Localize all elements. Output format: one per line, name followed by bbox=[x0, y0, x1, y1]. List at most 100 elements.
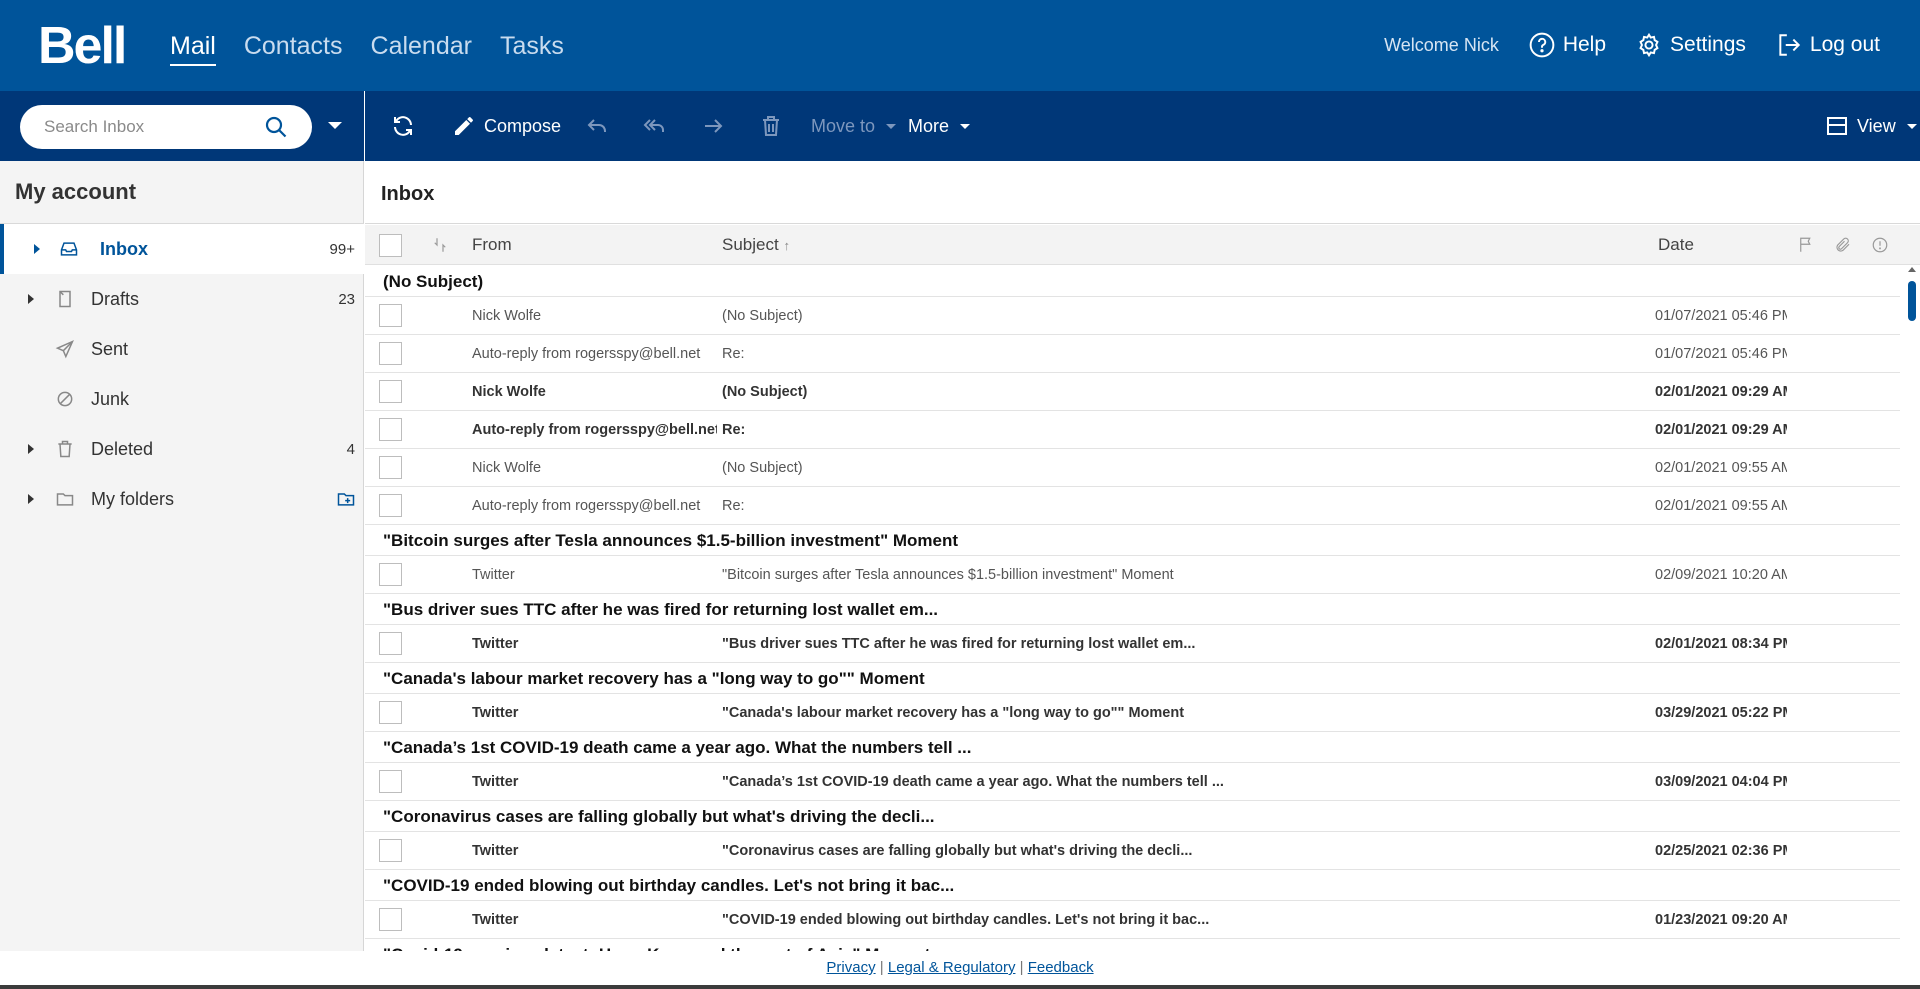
feedback-link[interactable]: Feedback bbox=[1028, 959, 1094, 976]
message-list-pane: Inbox From Subject ↑ Date (No Subject) Ni… bbox=[365, 161, 1920, 951]
message-checkbox[interactable] bbox=[379, 563, 402, 586]
column-date[interactable]: Date bbox=[1658, 235, 1694, 255]
logout-link[interactable]: Log out bbox=[1776, 32, 1880, 58]
expand-arrow-icon[interactable] bbox=[28, 294, 34, 304]
importance-icon[interactable] bbox=[1871, 236, 1889, 254]
nav-mail[interactable]: Mail bbox=[170, 30, 216, 66]
conversation-group-header[interactable]: "Canada’s 1st COVID-19 death came a year… bbox=[365, 732, 1900, 763]
more-label: More bbox=[908, 115, 950, 136]
folder-name: Drafts bbox=[91, 288, 140, 309]
legal-link[interactable]: Legal & Regulatory bbox=[888, 959, 1016, 976]
conversation-group-header[interactable]: "COVID-19 ended blowing out birthday can… bbox=[365, 870, 1900, 901]
move-to-dropdown[interactable]: Move to bbox=[811, 91, 897, 161]
message-row[interactable]: Twitter "Canada’s 1st COVID-19 death came… bbox=[365, 763, 1900, 801]
message-checkbox[interactable] bbox=[379, 304, 402, 327]
refresh-button[interactable] bbox=[391, 91, 415, 161]
message-row[interactable]: Twitter "Coronavirus cases are falling gl… bbox=[365, 832, 1900, 870]
column-subject[interactable]: Subject ↑ bbox=[722, 235, 790, 255]
chevron-down-icon bbox=[1906, 123, 1917, 129]
trash-icon bbox=[763, 116, 779, 136]
folder-sent[interactable]: Sent bbox=[0, 324, 364, 374]
message-sender: Twitter bbox=[472, 705, 519, 721]
reply-all-button[interactable] bbox=[642, 91, 666, 161]
help-link[interactable]: Help bbox=[1529, 32, 1606, 58]
reply-button[interactable] bbox=[585, 91, 609, 161]
message-checkbox[interactable] bbox=[379, 701, 402, 724]
nav-calendar[interactable]: Calendar bbox=[371, 30, 472, 66]
new-folder-icon[interactable] bbox=[336, 489, 356, 509]
folder-title: Inbox bbox=[381, 183, 435, 205]
search-box bbox=[20, 105, 312, 149]
message-row[interactable]: Nick Wolfe (No Subject) 02/01/2021 09:55 A… bbox=[365, 449, 1900, 487]
folder-my-folders[interactable]: My folders bbox=[0, 474, 364, 524]
inbox-icon bbox=[60, 242, 78, 256]
select-all-checkbox[interactable] bbox=[379, 234, 402, 257]
folder-inbox[interactable]: Inbox 99+ bbox=[0, 224, 364, 274]
conversation-group-header[interactable]: "Covid-19 vaccines latest: Hong Kong and… bbox=[365, 939, 1900, 951]
conversation-group-header[interactable]: (No Subject) bbox=[365, 266, 1900, 297]
account-title: My account bbox=[15, 179, 137, 204]
message-row[interactable]: Auto-reply from rogersspy@bell.net Re: 02/… bbox=[365, 411, 1900, 449]
message-checkbox[interactable] bbox=[379, 839, 402, 862]
search-options-dropdown[interactable] bbox=[328, 122, 342, 129]
folder-junk[interactable]: Junk bbox=[0, 374, 364, 424]
message-row[interactable]: Auto-reply from rogersspy@bell.net Re: 02/… bbox=[365, 487, 1900, 525]
expand-arrow-icon[interactable] bbox=[34, 244, 40, 254]
view-label: View bbox=[1857, 115, 1896, 136]
message-date: 03/09/2021 04:04 PM bbox=[1655, 774, 1787, 790]
message-checkbox[interactable] bbox=[379, 770, 402, 793]
footer: Privacy | Legal & Regulatory | Feedback bbox=[0, 951, 1920, 985]
privacy-link[interactable]: Privacy bbox=[826, 959, 875, 976]
message-checkbox[interactable] bbox=[379, 380, 402, 403]
message-row[interactable]: Auto-reply from rogersspy@bell.net Re: 01/… bbox=[365, 335, 1900, 373]
message-row[interactable]: Nick Wolfe (No Subject) 01/07/2021 05:46 P… bbox=[365, 297, 1900, 335]
message-row[interactable]: Twitter "COVID-19 ended blowing out birth… bbox=[365, 901, 1900, 939]
message-row[interactable]: Twitter "Bitcoin surges after Tesla annou… bbox=[365, 556, 1900, 594]
bell-logo[interactable]: Bell bbox=[38, 18, 127, 74]
thread-toggle-icon[interactable] bbox=[431, 236, 449, 254]
scrollbar-thumb[interactable] bbox=[1908, 281, 1916, 321]
footer-separator: | bbox=[1019, 959, 1024, 976]
conversation-group-header[interactable]: "Bitcoin surges after Tesla announces $1… bbox=[365, 525, 1900, 556]
compose-button[interactable]: Compose bbox=[452, 91, 561, 161]
message-checkbox[interactable] bbox=[379, 494, 402, 517]
message-row[interactable]: Nick Wolfe (No Subject) 02/01/2021 09:29 A… bbox=[365, 373, 1900, 411]
nav-contacts[interactable]: Contacts bbox=[244, 30, 343, 66]
expand-arrow-icon[interactable] bbox=[28, 494, 34, 504]
message-checkbox[interactable] bbox=[379, 456, 402, 479]
message-checkbox[interactable] bbox=[379, 342, 402, 365]
more-dropdown[interactable]: More bbox=[908, 91, 971, 161]
message-row[interactable]: Twitter "Canada's labour market recovery … bbox=[365, 694, 1900, 732]
search-icon[interactable] bbox=[264, 115, 288, 139]
attachment-icon[interactable] bbox=[1834, 236, 1852, 254]
pencil-icon bbox=[455, 117, 473, 135]
column-from[interactable]: From bbox=[472, 235, 512, 255]
message-sender: Twitter bbox=[472, 774, 519, 790]
message-checkbox[interactable] bbox=[379, 632, 402, 655]
scroll-up-arrow-icon[interactable] bbox=[1908, 267, 1916, 272]
nav-tasks[interactable]: Tasks bbox=[500, 30, 564, 66]
delete-button[interactable] bbox=[759, 91, 783, 161]
message-sender: Auto-reply from rogersspy@bell.net bbox=[472, 422, 717, 438]
settings-link[interactable]: Settings bbox=[1636, 32, 1746, 58]
conversation-group-header[interactable]: "Coronavirus cases are falling globally … bbox=[365, 801, 1900, 832]
message-row[interactable]: Twitter "Bus driver sues TTC after he was… bbox=[365, 625, 1900, 663]
list-scrollbar[interactable] bbox=[1906, 267, 1918, 951]
folder-drafts[interactable]: Drafts 23 bbox=[0, 274, 364, 324]
expand-arrow-icon[interactable] bbox=[28, 444, 34, 454]
sent-icon bbox=[55, 340, 74, 359]
folder-deleted[interactable]: Deleted 4 bbox=[0, 424, 364, 474]
view-dropdown[interactable]: View bbox=[1825, 91, 1917, 161]
welcome-text: Welcome Nick bbox=[1384, 34, 1499, 55]
message-checkbox[interactable] bbox=[379, 418, 402, 441]
sort-arrow-icon: ↑ bbox=[783, 238, 790, 253]
conversation-group-header[interactable]: "Canada's labour market recovery has a "… bbox=[365, 663, 1900, 694]
message-checkbox[interactable] bbox=[379, 908, 402, 931]
flag-icon[interactable] bbox=[1797, 236, 1815, 254]
message-subject: Re: bbox=[722, 498, 745, 514]
search-input[interactable] bbox=[44, 115, 264, 139]
message-date: 01/23/2021 09:20 AM bbox=[1655, 912, 1787, 928]
forward-button[interactable] bbox=[701, 91, 725, 161]
conversation-group-header[interactable]: "Bus driver sues TTC after he was fired … bbox=[365, 594, 1900, 625]
message-date: 02/01/2021 09:29 AM bbox=[1655, 384, 1787, 400]
